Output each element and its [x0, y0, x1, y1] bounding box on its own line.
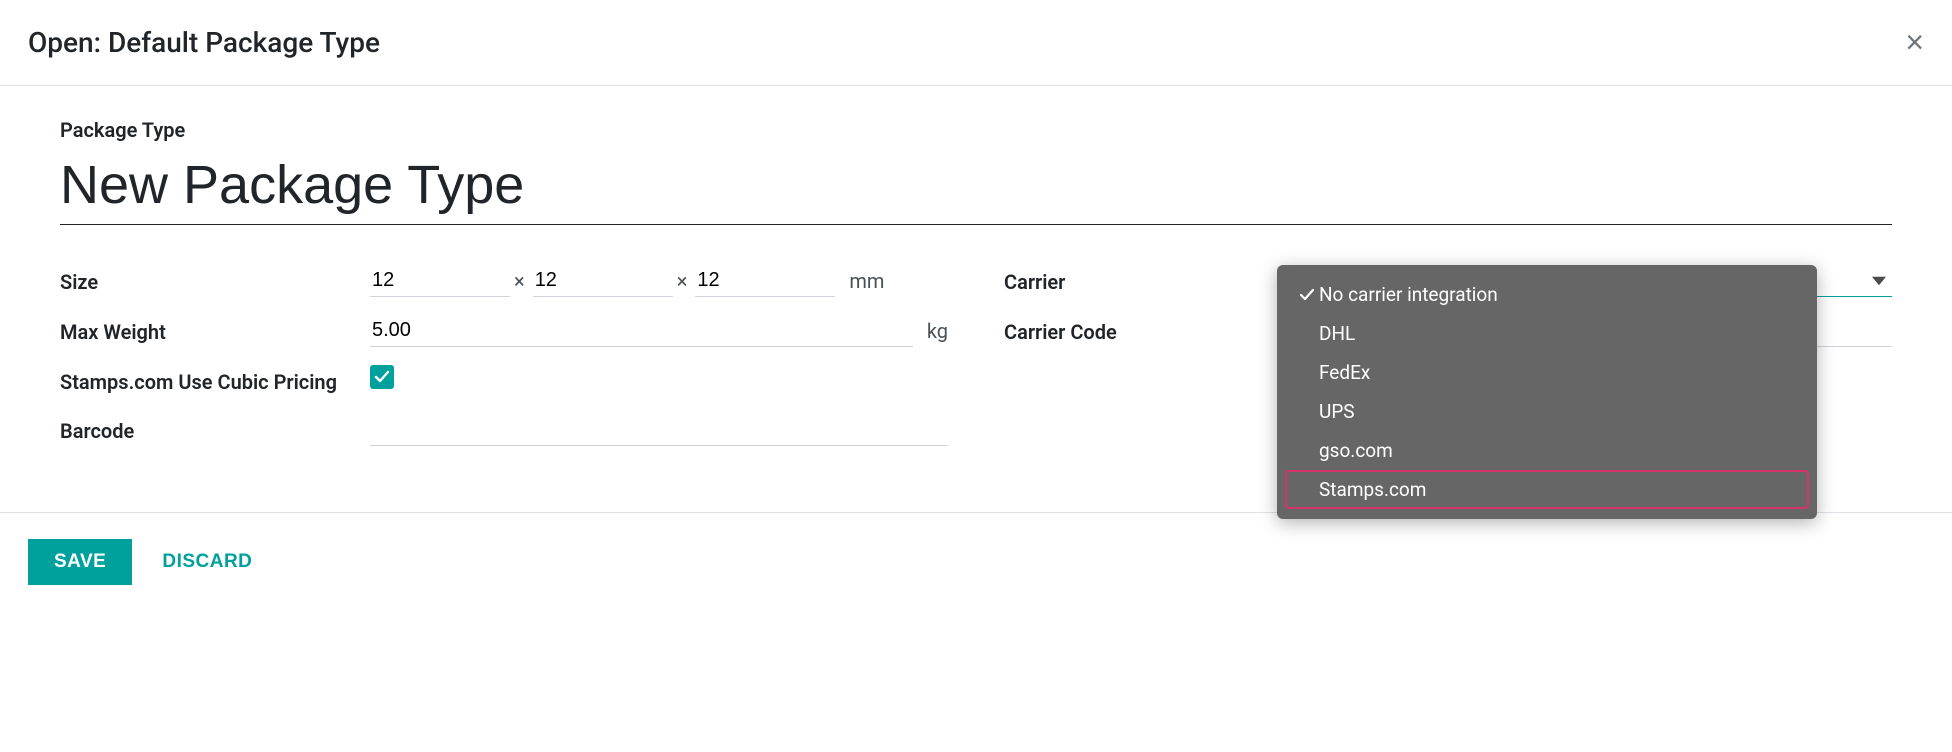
- carrier-dropdown: No carrier integration DHL FedEx: [1277, 265, 1817, 519]
- save-button[interactable]: SAVE: [28, 539, 132, 585]
- form-right-column: Carrier No carr: [1004, 265, 1892, 464]
- size-length-input[interactable]: [370, 265, 510, 297]
- package-type-input[interactable]: [60, 150, 1892, 225]
- max-weight-label: Max Weight: [60, 315, 370, 346]
- carrier-option-gso[interactable]: gso.com: [1285, 431, 1809, 470]
- carrier-label: Carrier: [1004, 265, 1284, 296]
- carrier-option-label: gso.com: [1319, 439, 1393, 462]
- size-separator-2: ×: [677, 269, 688, 293]
- weight-unit: kg: [927, 319, 948, 343]
- cubic-pricing-label: Stamps.com Use Cubic Pricing: [60, 365, 370, 396]
- carrier-option-no-integration[interactable]: No carrier integration: [1285, 275, 1809, 314]
- carrier-option-dhl[interactable]: DHL: [1285, 314, 1809, 353]
- carrier-option-label: UPS: [1319, 400, 1355, 423]
- checkmark-icon: [1295, 287, 1319, 303]
- carrier-option-stamps[interactable]: Stamps.com: [1285, 470, 1809, 509]
- modal-body: Package Type Size × × mm Max Weight: [0, 86, 1952, 512]
- carrier-option-ups[interactable]: UPS: [1285, 392, 1809, 431]
- modal-footer: SAVE DISCARD: [0, 512, 1952, 611]
- size-height-input[interactable]: [695, 265, 835, 297]
- barcode-input[interactable]: [370, 414, 948, 446]
- modal-title: Open: Default Package Type: [28, 26, 380, 59]
- size-unit: mm: [849, 269, 884, 293]
- carrier-option-label: FedEx: [1319, 361, 1370, 384]
- size-separator-1: ×: [514, 269, 525, 293]
- discard-button[interactable]: DISCARD: [162, 551, 252, 573]
- cubic-pricing-checkbox[interactable]: [370, 365, 394, 389]
- check-icon: [373, 368, 391, 386]
- modal-header: Open: Default Package Type ×: [0, 0, 1952, 86]
- close-icon: ×: [1905, 24, 1924, 60]
- form-left-column: Size × × mm Max Weight kg Stamps.c: [60, 265, 948, 464]
- carrier-option-label: Stamps.com: [1319, 478, 1426, 501]
- size-label: Size: [60, 265, 370, 296]
- carrier-option-label: DHL: [1319, 322, 1355, 345]
- size-width-input[interactable]: [533, 265, 673, 297]
- carrier-option-label: No carrier integration: [1319, 283, 1498, 306]
- max-weight-input[interactable]: [370, 315, 913, 347]
- package-type-label: Package Type: [60, 118, 1892, 142]
- carrier-code-label: Carrier Code: [1004, 315, 1284, 346]
- barcode-label: Barcode: [60, 414, 370, 445]
- close-button[interactable]: ×: [1905, 24, 1924, 61]
- carrier-option-fedex[interactable]: FedEx: [1285, 353, 1809, 392]
